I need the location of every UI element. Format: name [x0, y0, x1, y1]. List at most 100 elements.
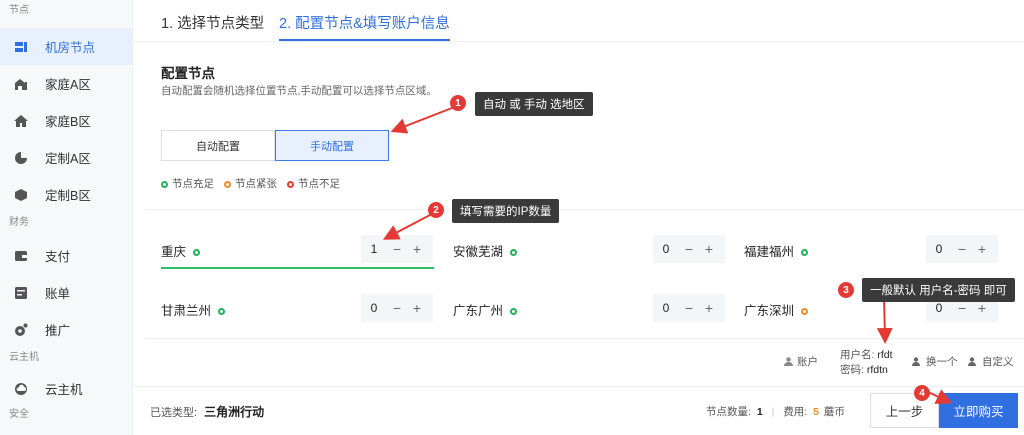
cloud-icon — [14, 382, 28, 396]
sidebar-item-label: 家庭A区 — [45, 78, 91, 92]
legend-item: 节点不足 — [287, 176, 340, 191]
node-status-legend: 节点充足 节点紧张 节点不足 — [161, 176, 340, 191]
quantity-stepper: 0 − + — [361, 294, 433, 322]
sidebar-item-label: 定制A区 — [45, 152, 91, 166]
sidebar-item-promote[interactable]: 推广 — [0, 311, 132, 348]
legend-item: 节点紧张 — [224, 176, 277, 191]
wallet-icon — [14, 249, 28, 263]
quantity-value[interactable]: 0 — [653, 242, 679, 256]
selected-type-value: 三角洲行动 — [204, 405, 265, 419]
annotation-callout: 填写需要的IP数量 — [452, 199, 560, 223]
node-count-value: 1 — [756, 406, 763, 418]
node-name: 甘肃兰州 — [161, 304, 212, 318]
quantity-stepper: 0 − + — [653, 235, 725, 263]
plus-button[interactable]: + — [407, 241, 427, 257]
bill-icon — [14, 286, 28, 300]
plus-button[interactable]: + — [699, 300, 719, 316]
status-dot-icon — [193, 249, 201, 256]
quantity-value[interactable]: 0 — [361, 301, 387, 315]
minus-button[interactable]: − — [679, 300, 699, 316]
annotation-badge: 3 — [838, 282, 854, 298]
minus-button[interactable]: − — [387, 241, 407, 257]
node-name: 重庆 — [161, 245, 187, 259]
auto-config-button[interactable]: 自动配置 — [161, 130, 275, 161]
house-icon — [14, 114, 28, 128]
quantity-value[interactable]: 0 — [926, 301, 952, 315]
annotation-callout: 一般默认 用户名-密码 即可 — [862, 278, 1015, 302]
order-summary: 节点数量: 1 | 费用: 5 蘑币 — [706, 406, 845, 418]
sidebar-section-security: 安全 — [9, 409, 29, 420]
app-root: 节点 机房节点 家庭A区 家庭B区 定制A区 定制B区 财务 支付 账单 推广 … — [0, 0, 1024, 435]
sidebar-item-label: 推广 — [45, 324, 71, 338]
refresh-user-icon — [912, 357, 923, 366]
status-dot-icon — [161, 181, 168, 188]
promote-icon — [14, 323, 28, 337]
sidebar-item-label: 支付 — [45, 250, 71, 264]
tab-configure-node[interactable]: 2. 配置节点&填写账户信息 — [279, 12, 450, 33]
fee-value: 5 — [813, 406, 819, 418]
status-dot-icon — [510, 308, 518, 315]
custom-account-button[interactable]: 自定义 — [968, 354, 1014, 369]
sidebar-item-label: 定制B区 — [45, 189, 91, 203]
sidebar-item-datacenter[interactable]: 机房节点 — [0, 28, 132, 65]
plus-button[interactable]: + — [972, 300, 992, 316]
annotation-callout: 自动 或 手动 选地区 — [475, 92, 593, 116]
quantity-value[interactable]: 0 — [653, 301, 679, 315]
sidebar-item-pay[interactable]: 支付 — [0, 237, 132, 274]
tab-select-node-type[interactable]: 1. 选择节点类型 — [161, 12, 264, 33]
plus-button[interactable]: + — [407, 300, 427, 316]
sidebar: 节点 机房节点 家庭A区 家庭B区 定制A区 定制B区 财务 支付 账单 推广 … — [0, 0, 133, 435]
change-account-button[interactable]: 换一个 — [912, 354, 958, 369]
minus-button[interactable]: − — [679, 241, 699, 257]
quantity-stepper: 0 − + — [926, 235, 998, 263]
plus-button[interactable]: + — [972, 241, 992, 257]
node-name: 福建福州 — [744, 245, 795, 259]
status-dot-icon — [224, 181, 231, 188]
section-divider — [145, 209, 1024, 210]
sidebar-item-home-a[interactable]: 家庭A区 — [0, 65, 132, 102]
sidebar-item-cloud-host[interactable]: 云主机 — [0, 370, 132, 407]
edit-user-icon — [968, 357, 979, 366]
quantity-stepper: 1 − + — [361, 235, 433, 263]
sidebar-section-finance: 财务 — [9, 217, 29, 228]
account-type: 账户 — [783, 354, 818, 369]
minus-button[interactable]: − — [952, 300, 972, 316]
active-tab-indicator — [279, 39, 450, 41]
node-fujian-fuzhou: 福建福州 0 − + — [744, 232, 1017, 266]
node-selected-underline — [161, 267, 434, 269]
node-chongqing: 重庆 1 − + — [161, 232, 434, 266]
sidebar-item-home-b[interactable]: 家庭B区 — [0, 102, 132, 139]
annotation-badge: 2 — [428, 202, 444, 218]
node-gansu-lanzhou: 甘肃兰州 0 − + — [161, 291, 434, 325]
manual-config-button[interactable]: 手动配置 — [275, 130, 389, 161]
sidebar-item-custom-a[interactable]: 定制A区 — [0, 139, 132, 176]
minus-button[interactable]: − — [387, 300, 407, 316]
server-room-icon — [14, 40, 28, 54]
sidebar-item-label: 云主机 — [45, 383, 83, 397]
password-display: 密码: rfdtn — [840, 364, 888, 376]
quantity-value[interactable]: 1 — [361, 242, 387, 256]
cube-icon — [14, 188, 28, 202]
buy-now-button[interactable]: 立即购买 — [939, 393, 1018, 428]
pie-icon — [14, 151, 28, 165]
sidebar-section-nodes: 节点 — [9, 5, 29, 16]
config-title: 配置节点 — [161, 66, 215, 81]
legend-item: 节点充足 — [161, 176, 214, 191]
section-divider — [145, 338, 1024, 339]
node-name: 安徽芜湖 — [453, 245, 504, 259]
status-dot-icon — [510, 249, 518, 256]
quantity-value[interactable]: 0 — [926, 242, 952, 256]
sidebar-section-cloud: 云主机 — [9, 352, 39, 363]
quantity-stepper: 0 − + — [653, 294, 725, 322]
status-dot-icon — [801, 249, 809, 256]
prev-step-button[interactable]: 上一步 — [870, 393, 939, 428]
plus-button[interactable]: + — [699, 241, 719, 257]
node-name: 广东广州 — [453, 304, 504, 318]
minus-button[interactable]: − — [952, 241, 972, 257]
sidebar-item-bill[interactable]: 账单 — [0, 274, 132, 311]
node-anhui-wuhu: 安徽芜湖 0 − + — [453, 232, 726, 266]
sidebar-item-custom-b[interactable]: 定制B区 — [0, 176, 132, 213]
user-icon — [783, 357, 794, 366]
username-display: 用户名: rfdt — [840, 349, 893, 361]
sidebar-item-label: 机房节点 — [45, 41, 96, 55]
